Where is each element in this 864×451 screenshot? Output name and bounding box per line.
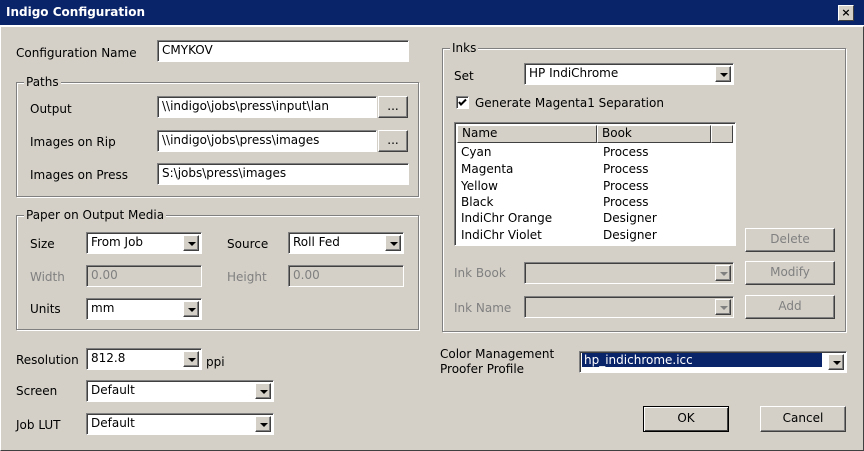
- screen-value: Default: [91, 383, 135, 397]
- ok-button[interactable]: OK: [643, 406, 729, 432]
- height-label: Height: [227, 270, 267, 284]
- source-label: Source: [227, 237, 269, 251]
- chevron-down-icon[interactable]: [715, 66, 731, 82]
- width-input[interactable]: 0.00: [86, 265, 202, 287]
- source-select[interactable]: Roll Fed: [288, 232, 404, 254]
- checkmark-icon: [458, 98, 467, 106]
- list-item[interactable]: IndiChr Orange: [461, 211, 552, 225]
- job-lut-value: Default: [91, 416, 135, 430]
- inks-legend: Inks: [450, 41, 479, 55]
- ink-set-label: Set: [454, 69, 474, 83]
- chevron-down-icon[interactable]: [183, 301, 199, 317]
- modify-ink-button[interactable]: Modify: [745, 261, 835, 285]
- ink-book-select[interactable]: [524, 262, 734, 284]
- images-on-press-label: Images on Press: [30, 168, 128, 182]
- chevron-down-icon[interactable]: [828, 354, 844, 370]
- list-item[interactable]: Yellow: [461, 179, 498, 193]
- size-select[interactable]: From Job: [86, 232, 202, 254]
- list-item-book: Process: [603, 145, 649, 159]
- images-on-rip-label: Images on Rip: [30, 135, 116, 149]
- chevron-down-icon[interactable]: [183, 235, 199, 251]
- generate-magenta-checkbox[interactable]: [456, 96, 469, 109]
- proofer-profile-label: Proofer Profile: [440, 362, 525, 376]
- proofer-profile-select[interactable]: hp_indichrome.icc: [579, 351, 847, 373]
- units-label: Units: [30, 302, 61, 316]
- chevron-down-icon[interactable]: [715, 299, 731, 315]
- title-bar: Indigo Configuration ×: [0, 0, 864, 26]
- cancel-button[interactable]: Cancel: [760, 406, 846, 432]
- chevron-down-icon[interactable]: [255, 416, 271, 432]
- list-item[interactable]: Black: [461, 195, 493, 209]
- job-lut-select[interactable]: Default: [86, 413, 274, 435]
- close-icon: ×: [841, 6, 851, 19]
- add-ink-button[interactable]: Add: [745, 295, 835, 319]
- config-name-input[interactable]: CMYKOV: [157, 40, 409, 62]
- height-input[interactable]: 0.00: [288, 265, 404, 287]
- job-lut-label: Job LUT: [16, 418, 61, 432]
- output-label: Output: [30, 102, 72, 116]
- column-header-empty: [711, 125, 733, 143]
- output-browse-button[interactable]: ...: [378, 96, 408, 118]
- config-name-label: Configuration Name: [16, 46, 137, 60]
- screen-label: Screen: [16, 384, 58, 398]
- generate-magenta-label: Generate Magenta1 Separation: [475, 96, 664, 110]
- chevron-down-icon[interactable]: [255, 383, 271, 399]
- ink-book-label: Ink Book: [454, 266, 506, 280]
- images-on-rip-browse-button[interactable]: ...: [378, 130, 408, 152]
- chevron-down-icon[interactable]: [385, 235, 401, 251]
- chevron-down-icon[interactable]: [715, 265, 731, 281]
- list-item-book: Process: [603, 179, 649, 193]
- ink-set-value: HP IndiChrome: [529, 66, 619, 80]
- ink-name-label: Ink Name: [454, 301, 512, 315]
- ink-name-select[interactable]: [524, 296, 734, 318]
- source-value: Roll Fed: [293, 235, 340, 249]
- resolution-value: 812.8: [91, 351, 126, 365]
- column-header-name[interactable]: Name: [457, 125, 597, 143]
- units-value: mm: [91, 301, 115, 315]
- ink-list[interactable]: Name Book Cyan Process Magenta Process Y…: [454, 122, 736, 246]
- list-item[interactable]: Cyan: [461, 145, 491, 159]
- size-value: From Job: [91, 235, 144, 249]
- resolution-unit: ppi: [206, 355, 225, 369]
- screen-select[interactable]: Default: [86, 380, 274, 402]
- width-label: Width: [30, 270, 65, 284]
- paths-legend: Paths: [24, 75, 61, 89]
- chevron-down-icon[interactable]: [183, 351, 199, 367]
- column-header-book[interactable]: Book: [597, 125, 711, 143]
- list-item-book: Designer: [603, 228, 657, 242]
- close-button[interactable]: ×: [838, 5, 854, 21]
- units-select[interactable]: mm: [86, 298, 202, 320]
- paper-legend: Paper on Output Media: [24, 208, 167, 222]
- list-item-book: Process: [603, 162, 649, 176]
- images-on-press-input[interactable]: S:\jobs\press\images: [157, 163, 409, 185]
- resolution-select[interactable]: 812.8: [86, 348, 202, 370]
- delete-ink-button[interactable]: Delete: [745, 228, 835, 252]
- color-management-label: Color Management: [440, 347, 555, 361]
- resolution-label: Resolution: [16, 353, 79, 367]
- proofer-profile-value: hp_indichrome.icc: [582, 353, 822, 367]
- size-label: Size: [30, 237, 55, 251]
- list-item-book: Process: [603, 195, 649, 209]
- ink-set-select[interactable]: HP IndiChrome: [524, 63, 734, 85]
- list-item[interactable]: Magenta: [461, 162, 513, 176]
- images-on-rip-input[interactable]: \\indigo\jobs\press\images: [157, 130, 377, 152]
- list-item-book: Designer: [603, 211, 657, 225]
- list-item[interactable]: IndiChr Violet: [461, 228, 542, 242]
- window-title: Indigo Configuration: [6, 5, 145, 19]
- output-path-input[interactable]: \\indigo\jobs\press\input\lan: [157, 96, 377, 118]
